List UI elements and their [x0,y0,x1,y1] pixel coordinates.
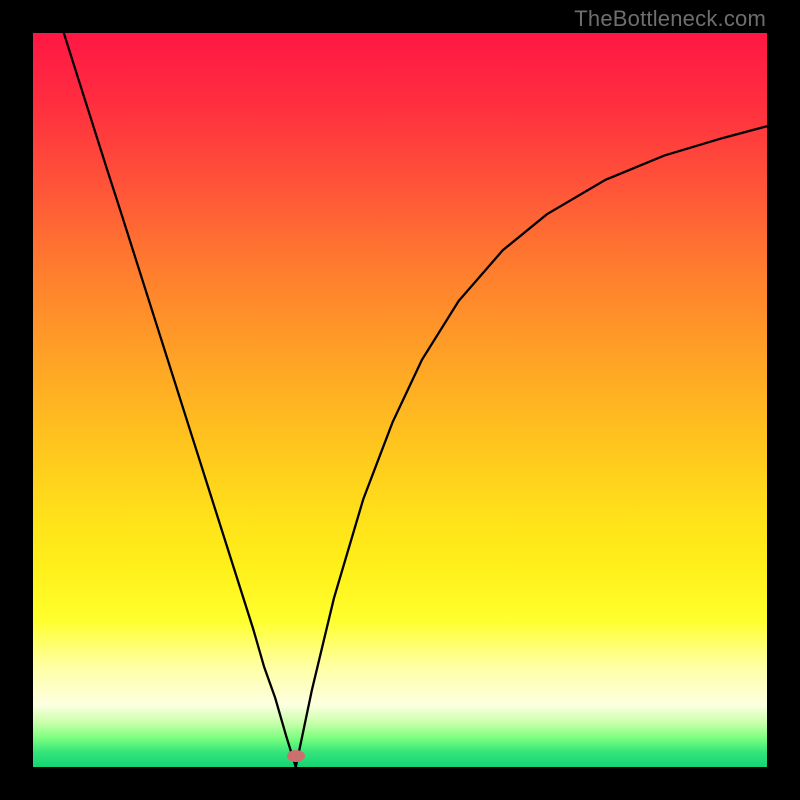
chart-frame: TheBottleneck.com [0,0,800,800]
optimal-point-marker [287,750,305,762]
watermark-text: TheBottleneck.com [574,6,766,32]
plot-area [33,33,767,767]
bottleneck-curve [33,33,767,767]
